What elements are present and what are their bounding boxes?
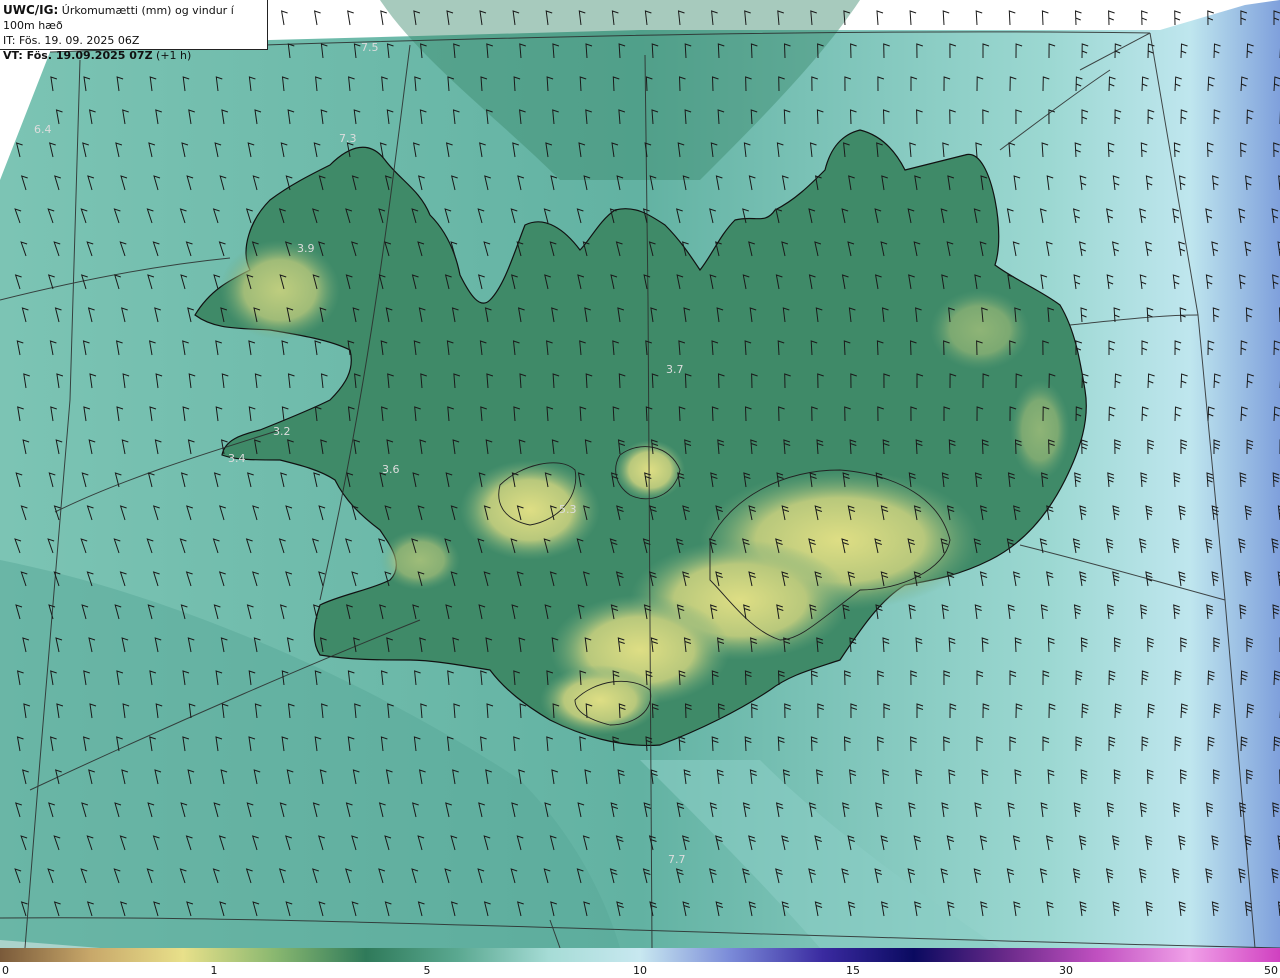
valid-time: Fös. 19.09.2025 07Z (26, 49, 153, 62)
map-label: 7.5 (361, 41, 379, 54)
map-label: 3.7 (666, 363, 684, 376)
colorbar-tick: 1 (210, 964, 218, 977)
colorbar-tick: 5 (423, 964, 431, 977)
map-label: 3.4 (228, 452, 246, 465)
weather-map: 7.5 6.4 7.3 3.9 3.7 3.2 3.4 3.6 5.3 7.7 (0, 0, 1280, 948)
colorbar-tick: 10 (633, 964, 647, 977)
colorbar-tick: 0 (2, 964, 9, 977)
map-label: 7.3 (339, 132, 357, 145)
colorbar-tick: 15 (846, 964, 860, 977)
product-code: UWC/IG: (3, 3, 59, 17)
map-info-box: UWC/IG: Úrkomumætti (mm) og vindur í 100… (0, 0, 268, 62)
colorbar-strip (0, 948, 1280, 962)
map-label: 7.7 (668, 853, 686, 866)
map-label: 6.4 (34, 123, 52, 136)
map-label: 5.3 (559, 503, 577, 516)
colorbar-tick: 30 (1059, 964, 1073, 977)
colorbar-tick: 50 (1264, 964, 1278, 977)
map-label: 3.9 (297, 242, 315, 255)
colorbar: 0 1 5 10 15 30 50 (0, 948, 1280, 978)
title-line: UWC/IG: Úrkomumætti (mm) og vindur í 100… (3, 3, 267, 33)
map-label: 3.2 (273, 425, 291, 438)
valid-prefix: VT: (3, 49, 27, 62)
map-label: 3.6 (382, 463, 400, 476)
valid-time-line: VT: Fös. 19.09.2025 07Z (+1 h) (3, 48, 267, 63)
valid-offset: (+1 h) (152, 49, 192, 62)
issue-time: IT: Fös. 19. 09. 2025 06Z (3, 34, 140, 47)
